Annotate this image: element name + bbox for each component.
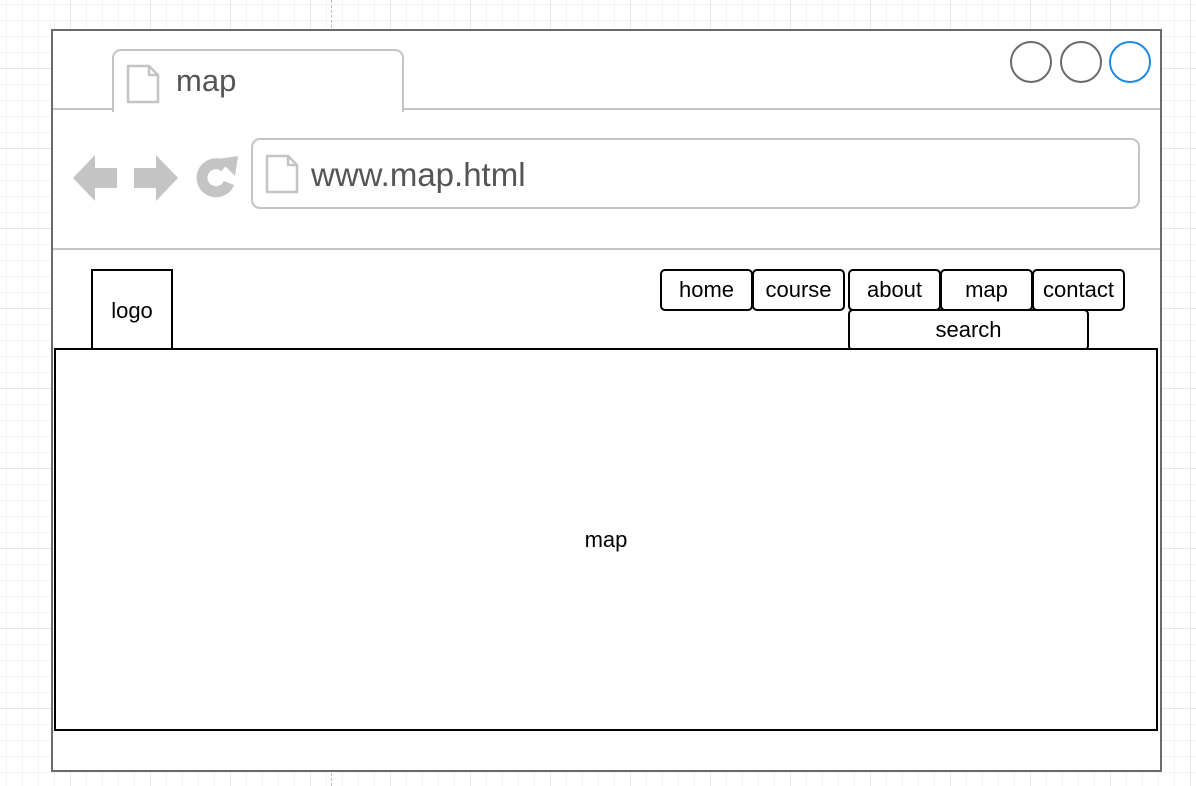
nav-map-button[interactable]: map <box>940 269 1033 311</box>
document-icon <box>265 154 299 199</box>
forward-arrow-icon[interactable] <box>132 152 180 209</box>
document-icon <box>126 64 160 109</box>
address-url[interactable]: www.map.html <box>311 156 526 194</box>
reload-icon[interactable] <box>194 153 240 206</box>
tab-title: map <box>176 63 237 98</box>
browser-tab[interactable]: map <box>112 49 404 112</box>
minimize-button[interactable] <box>1010 41 1052 83</box>
maximize-button[interactable] <box>1060 41 1102 83</box>
nav-course-button[interactable]: course <box>752 269 845 311</box>
search-input[interactable]: search <box>848 309 1089 351</box>
map-content-area[interactable]: map <box>54 348 1158 731</box>
toolbar-divider <box>53 248 1160 250</box>
address-bar[interactable]: www.map.html <box>251 138 1140 209</box>
browser-window: map www.map.html logo home course about … <box>51 29 1162 772</box>
close-button[interactable] <box>1109 41 1151 83</box>
back-arrow-icon[interactable] <box>71 152 119 209</box>
logo: logo <box>91 269 173 351</box>
nav-contact-button[interactable]: contact <box>1032 269 1125 311</box>
nav-about-button[interactable]: about <box>848 269 941 311</box>
nav-home-button[interactable]: home <box>660 269 753 311</box>
